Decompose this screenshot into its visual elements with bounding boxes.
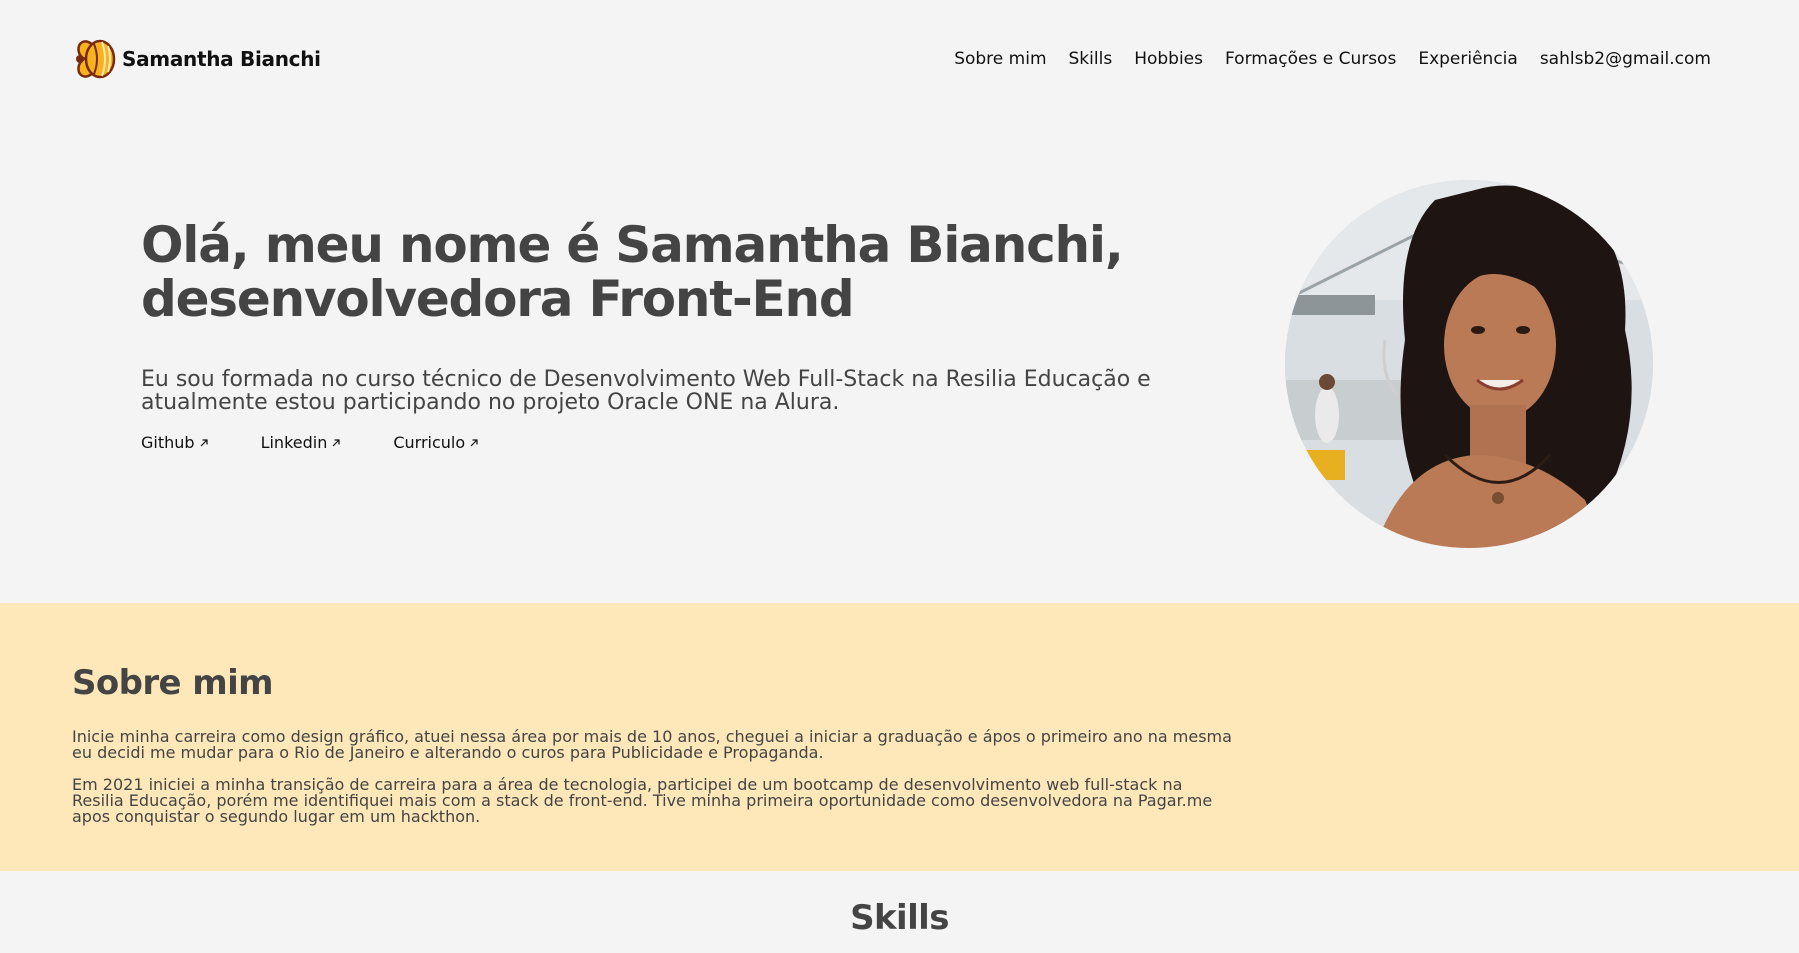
brand[interactable]: Samantha Bianchi <box>74 35 321 83</box>
nav-item-experiencia[interactable]: Experiência <box>1418 49 1518 69</box>
about-paragraph: Inicie minha carreira como design gráfic… <box>72 727 1232 762</box>
external-arrow-icon <box>470 438 478 446</box>
nav-item-formacoes[interactable]: Formações e Cursos <box>1225 49 1396 69</box>
external-arrow-icon <box>200 438 208 446</box>
linkedin-link[interactable]: Linkedin <box>261 433 342 452</box>
about-title: Sobre mim <box>72 663 274 703</box>
github-link-label: Github <box>141 433 195 452</box>
about-section: Sobre mim Inicie minha carreira como des… <box>0 603 1799 871</box>
skills-title: Skills <box>850 898 949 938</box>
linkedin-link-label: Linkedin <box>260 433 328 452</box>
hero-links: Github Linkedin Curriculo <box>141 433 479 452</box>
profile-photo-illustration <box>1285 180 1653 548</box>
hero-title: Olá, meu nome é Samantha Bianchi, desenv… <box>141 216 1124 328</box>
nav-item-sobre-mim[interactable]: Sobre mim <box>954 49 1046 69</box>
about-paragraph: Em 2021 iniciei a minha transição de car… <box>72 775 1213 826</box>
main-nav: Sobre mim Skills Hobbies Formações e Cur… <box>954 49 1711 69</box>
profile-photo <box>1285 180 1653 548</box>
curriculo-link[interactable]: Curriculo <box>393 433 479 452</box>
site-header: Samantha Bianchi Sobre mim Skills Hobbie… <box>0 0 1799 120</box>
external-arrow-icon <box>332 438 340 446</box>
github-link[interactable]: Github <box>141 433 209 452</box>
bee-icon <box>76 39 116 79</box>
nav-item-hobbies[interactable]: Hobbies <box>1134 49 1203 69</box>
nav-item-email[interactable]: sahlsb2@gmail.com <box>1540 49 1711 69</box>
curriculo-link-label: Curriculo <box>393 433 466 452</box>
nav-item-skills[interactable]: Skills <box>1069 49 1113 69</box>
hero-description: Eu sou formada no curso técnico de Desen… <box>141 367 1151 415</box>
brand-name: Samantha Bianchi <box>122 47 321 71</box>
